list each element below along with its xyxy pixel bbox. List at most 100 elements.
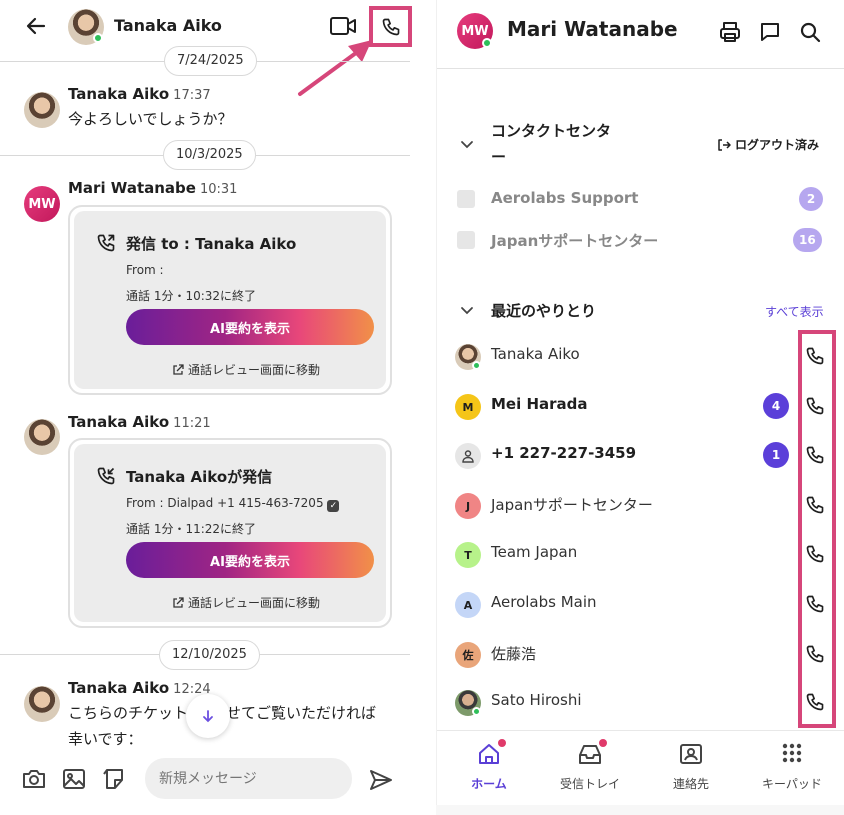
notification-dot [599,739,607,747]
message-text-part: せてご覧いただければ [226,704,377,722]
notification-dot [498,739,506,747]
user-initials: MW [461,23,489,39]
contact-name: Sato Hiroshi [491,691,582,709]
ai-summary-button[interactable]: AI要約を表示 [126,542,374,578]
arrow-down-icon [203,710,213,723]
queue-name: Japanサポートセンター [491,232,659,250]
message-text: 今よろしいでしょうか？ [68,110,233,128]
bottom-tab-bar: ホーム 受信トレイ 連絡先 キーパッド [437,730,844,815]
annotation-arrow [298,40,372,96]
incoming-call-icon [97,467,115,485]
header-divider [437,68,844,69]
contact-name: Tanaka Aiko [491,345,580,363]
contact-avatar: T [455,542,481,568]
send-icon[interactable] [368,767,394,793]
contact-row[interactable]: J Japanサポートセンター [437,481,844,529]
call-card-title: 発信 to : Tanaka Aiko [126,235,297,253]
logout-icon [718,138,731,151]
sender-avatar[interactable] [24,686,60,722]
sender-line: Tanaka Aiko 12:24 [68,679,211,697]
back-arrow-icon[interactable] [24,14,48,38]
queue-checkbox[interactable] [457,231,475,249]
chevron-down-icon[interactable] [459,302,475,318]
home-panel: MW Mari Watanabe コンタクトセンタ ー ログアウト済み Aero… [436,0,844,815]
tab-contacts[interactable]: 連絡先 [651,741,731,792]
date-chip: 7/24/2025 [164,46,257,76]
call-card-title: Tanaka Aikoが発信 [126,468,273,486]
online-status-dot [472,707,481,716]
contact-row[interactable]: Tanaka Aiko [437,332,844,380]
message-time: 10:31 [199,182,238,197]
call-from: From : [126,263,164,277]
contact-row[interactable]: T Team Japan [437,530,844,578]
ai-summary-button[interactable]: AI要約を表示 [126,309,374,345]
contact-avatar[interactable] [68,9,104,45]
logout-label: ログアウト済み [735,138,820,152]
tab-inbox[interactable]: 受信トレイ [550,739,630,792]
sender-avatar[interactable] [24,419,60,455]
contact-name: Japanサポートセンター [491,496,653,514]
contact-row[interactable]: +1 227-227-3459 1 [437,431,844,479]
contact-card-icon [678,741,704,767]
date-chip: 10/3/2025 [163,140,256,170]
sender-name: Mari Watanabe [68,179,196,197]
logout-status[interactable]: ログアウト済み [717,136,819,153]
online-status-dot [482,38,492,48]
sticker-icon[interactable] [101,766,127,792]
image-icon[interactable] [61,766,87,792]
user-name: Mari Watanabe [507,17,678,41]
chat-bubble-icon[interactable] [758,20,782,44]
printer-icon[interactable] [718,20,742,44]
contact-avatar: A [455,592,481,618]
contact-name: Team Japan [491,543,578,561]
contact-center-title-wrap: ー [491,148,507,166]
contact-avatar: 佐 [455,642,481,668]
contact-row[interactable]: A Aerolabs Main [437,580,844,628]
verified-check-icon: ✓ [327,500,340,512]
sender-avatar[interactable] [24,92,60,128]
call-from-text: From : Dialpad +1 415-463-7205 [126,496,324,510]
tab-label: キーパッド [762,777,822,791]
camera-icon[interactable] [21,766,47,792]
unread-badge: 4 [763,393,789,419]
contact-row[interactable]: Sato Hiroshi [437,678,844,726]
contact-avatar [455,443,481,469]
tab-label: 受信トレイ [559,777,620,791]
queue-count-badge: 2 [799,187,823,211]
call-summary-card: 発信 to : Tanaka Aiko From : 通話 1分・10:32に終… [68,205,392,395]
system-nav-strip [436,805,844,815]
contact-name: Aerolabs Main [491,593,597,611]
outgoing-call-icon [97,234,115,252]
scroll-to-bottom-button[interactable] [186,694,230,738]
app-root: Tanaka Aiko 7/24/2025 Tanaka Aiko 17:37 今… [0,0,844,815]
sender-avatar[interactable]: MW [24,186,60,222]
chevron-down-icon[interactable] [459,136,475,152]
message-text-part: こちらのチケット [68,704,189,722]
tab-keypad[interactable]: キーパッド [752,741,832,792]
show-all-link[interactable]: すべて表示 [765,303,824,320]
contact-avatar: M [455,394,481,420]
contact-center-title: コンタクトセンタ [491,122,612,140]
queue-count-badge: 16 [793,228,822,252]
chat-panel: Tanaka Aiko 7/24/2025 Tanaka Aiko 17:37 今… [0,0,415,815]
queue-checkbox[interactable] [457,190,475,208]
contact-name: +1 227-227-3459 [491,444,637,462]
call-review-link[interactable]: 通話レビュー画面に移動 [172,361,320,378]
external-link-icon [173,363,184,375]
tab-home[interactable]: ホーム [449,739,529,792]
recent-title: 最近のやりとり [491,302,597,320]
tab-label: ホーム [471,777,507,791]
contact-row[interactable]: 佐 佐藤浩 [437,630,844,678]
user-avatar[interactable]: MW [457,13,493,49]
call-review-link[interactable]: 通話レビュー画面に移動 [172,594,320,611]
date-chip: 12/10/2025 [159,640,260,670]
message-time: 17:37 [173,88,211,103]
contact-avatar [455,344,481,370]
phone-icon [382,18,400,36]
search-icon[interactable] [798,20,822,44]
contact-avatar: J [455,493,481,519]
review-link-label: 通話レビュー画面に移動 [188,596,321,610]
message-input[interactable] [145,758,352,799]
sender-name: Tanaka Aiko [68,679,170,697]
contact-row[interactable]: M Mei Harada 4 [437,382,844,430]
